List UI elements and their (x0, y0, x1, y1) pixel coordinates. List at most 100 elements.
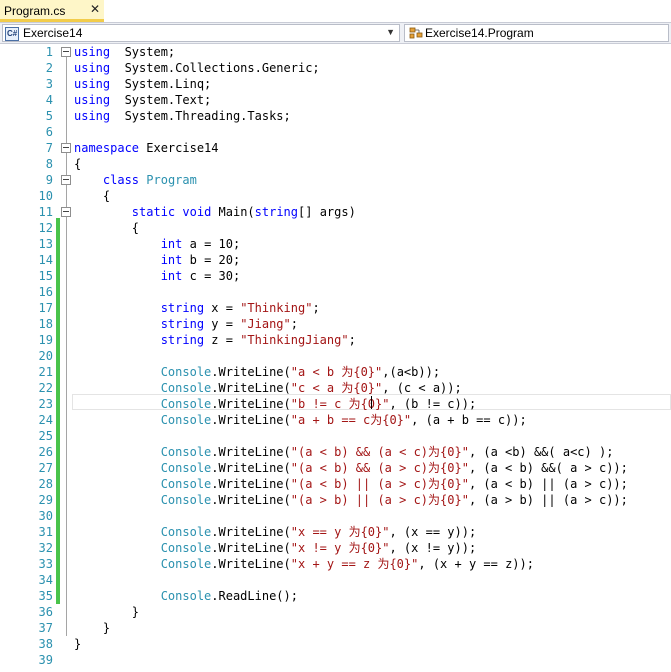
code-token: "Thinking" (240, 301, 313, 315)
code-line[interactable]: 1 using System; (0, 44, 671, 60)
code-token: Console (160, 365, 212, 379)
code-line[interactable]: 3 using System.Linq; (0, 76, 671, 92)
collapse-icon[interactable] (61, 47, 71, 57)
code-text: Console.WriteLine("a < b 为{0}",(a<b)); (74, 364, 440, 380)
collapse-icon[interactable] (61, 143, 71, 153)
code-line[interactable]: 32 Console.WriteLine("x != y 为{0}", (x !… (0, 540, 671, 556)
line-number: 13 (38, 237, 53, 251)
project-dropdown[interactable]: C# Exercise14 ▼ (2, 24, 400, 42)
code-token: .WriteLine( (211, 461, 291, 475)
code-text: string y = "Jiang"; (74, 316, 298, 332)
line-number: 15 (38, 269, 53, 283)
code-line[interactable]: 30 (0, 508, 671, 524)
code-token: string (254, 205, 299, 219)
close-icon[interactable]: ✕ (90, 2, 100, 16)
code-text: Console.WriteLine("x == y 为{0}", (x == y… (74, 524, 476, 540)
code-token: [] args) (298, 205, 356, 219)
code-line[interactable]: 21 Console.WriteLine("a < b 为{0}",(a<b))… (0, 364, 671, 380)
code-line[interactable]: 35 Console.ReadLine(); (0, 588, 671, 604)
line-number: 35 (38, 589, 53, 603)
code-line[interactable]: 28 Console.WriteLine("(a < b) || (a > c)… (0, 476, 671, 492)
code-line[interactable]: 19 string z = "ThinkingJiang"; (0, 332, 671, 348)
code-text: Console.WriteLine("x != y 为{0}", (x != y… (74, 540, 476, 556)
code-line[interactable]: 23 Console.WriteLine("b != c 为{0}", (b !… (0, 396, 671, 412)
code-token: using (74, 77, 111, 91)
code-token: "x == y 为{0}" (290, 525, 390, 539)
code-line[interactable]: 18 string y = "Jiang"; (0, 316, 671, 332)
code-token: "a < b 为{0}" (290, 365, 383, 379)
code-line[interactable]: 37 } (0, 620, 671, 636)
code-line[interactable]: 39 (0, 652, 671, 668)
line-number: 14 (38, 253, 53, 267)
code-line[interactable]: 5 using System.Threading.Tasks; (0, 108, 671, 124)
code-line[interactable]: 25 (0, 428, 671, 444)
code-token: using (74, 45, 111, 59)
code-line[interactable]: 34 (0, 572, 671, 588)
line-number: 39 (38, 653, 53, 667)
code-token: ; (348, 333, 356, 347)
code-text: using System; (74, 44, 175, 60)
code-token: System.Threading.Tasks; (110, 109, 291, 123)
code-text: class Program (74, 172, 197, 188)
code-line[interactable]: 33 Console.WriteLine("x + y == z 为{0}", … (0, 556, 671, 572)
code-token: Console (160, 461, 212, 475)
code-token: z = (204, 333, 241, 347)
code-line[interactable]: 6 (0, 124, 671, 140)
line-number: 23 (38, 397, 53, 411)
chevron-down-icon[interactable]: ▼ (386, 27, 395, 37)
code-line[interactable]: 26 Console.WriteLine("(a < b) && (a < c)… (0, 444, 671, 460)
code-token: using (74, 61, 111, 75)
line-number: 37 (38, 621, 53, 635)
code-line[interactable]: 2 using System.Collections.Generic; (0, 60, 671, 76)
code-line[interactable]: 10 { (0, 188, 671, 204)
code-text: Console.WriteLine("(a < b) && (a < c)为{0… (74, 444, 614, 460)
member-dropdown[interactable]: Exercise14.Program (404, 24, 669, 42)
code-token: Console (160, 397, 212, 411)
code-text: namespace Exercise14 (74, 140, 219, 156)
code-token: } (74, 637, 82, 651)
code-line[interactable]: 31 Console.WriteLine("x == y 为{0}", (x =… (0, 524, 671, 540)
code-line[interactable]: 20 (0, 348, 671, 364)
code-text: static void Main(string[] args) (74, 204, 356, 220)
code-line[interactable]: 4 using System.Text; (0, 92, 671, 108)
code-line[interactable]: 15 int c = 30; (0, 268, 671, 284)
code-line[interactable]: 13 int a = 10; (0, 236, 671, 252)
code-line[interactable]: 36 } (0, 604, 671, 620)
code-line[interactable]: 29 Console.WriteLine("(a > b) || (a > c)… (0, 492, 671, 508)
code-line[interactable]: 7 namespace Exercise14 (0, 140, 671, 156)
code-line[interactable]: 27 Console.WriteLine("(a < b) && (a > c)… (0, 460, 671, 476)
code-token: Console (160, 445, 212, 459)
line-number: 16 (38, 285, 53, 299)
code-line[interactable]: 12 { (0, 220, 671, 236)
code-line[interactable]: 8{ (0, 156, 671, 172)
code-token: ; (312, 301, 320, 315)
code-line[interactable]: 9 class Program (0, 172, 671, 188)
line-number: 34 (38, 573, 53, 587)
line-number: 33 (38, 557, 53, 571)
code-token: .WriteLine( (211, 525, 291, 539)
code-token: "(a > b) || (a > c)为{0}" (290, 493, 469, 507)
code-editor[interactable]: 1 using System; 2 using System.Collections.… (0, 44, 671, 672)
project-dropdown-label: Exercise14 (23, 26, 83, 40)
navigation-bar: C# Exercise14 ▼ Exercise14.Program (0, 22, 671, 44)
collapse-icon[interactable] (61, 175, 71, 185)
code-line[interactable]: 14 int b = 20; (0, 252, 671, 268)
code-token: "x != y 为{0}" (290, 541, 390, 555)
code-line[interactable]: 16 (0, 284, 671, 300)
line-number: 1 (45, 45, 53, 59)
code-line[interactable]: 11 static void Main(string[] args) (0, 204, 671, 220)
code-line[interactable]: 17 string x = "Thinking"; (0, 300, 671, 316)
collapse-icon[interactable] (61, 207, 71, 217)
code-line[interactable]: 38} (0, 636, 671, 652)
code-line[interactable]: 22 Console.WriteLine("c < a 为{0}", (c < … (0, 380, 671, 396)
tab-program-cs[interactable]: Program.cs ✕ (0, 0, 104, 22)
code-line[interactable]: 24 Console.WriteLine("a + b == c为{0}", (… (0, 412, 671, 428)
code-token: Console (160, 525, 212, 539)
